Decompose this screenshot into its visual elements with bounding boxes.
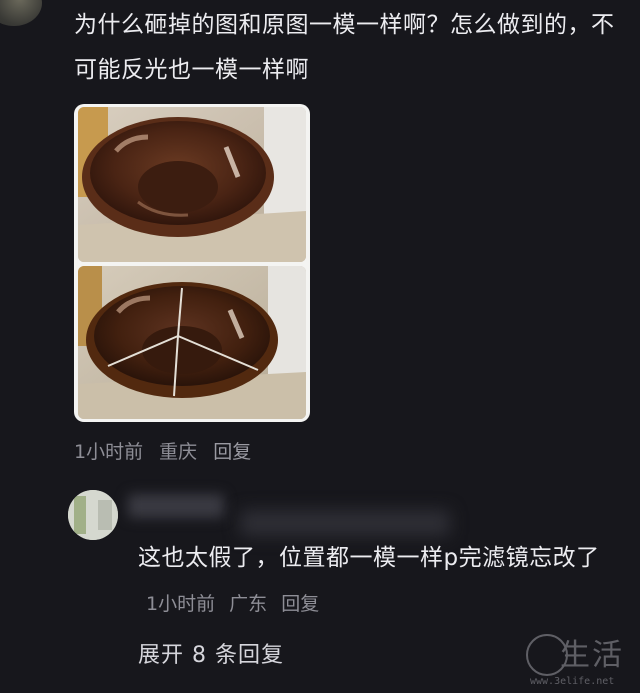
expand-replies-button[interactable]: 展开 8 条回复 [138, 637, 284, 669]
watermark-url: www.3elife.net [530, 676, 615, 687]
avatar[interactable] [0, 0, 42, 26]
comment-location: 重庆 [159, 441, 198, 463]
comment-thread: 为什么砸掉的图和原图一模一样啊？怎么做到的，不可能反光也一模一样啊 1小时前 重… [0, 0, 640, 693]
reply-meta: 1小时前 广东 回复 [146, 593, 327, 615]
reply-location: 广东 [229, 593, 268, 615]
watermark: 生活 www.3elife.net [522, 630, 634, 690]
bowl-intact-image [78, 107, 306, 262]
reply-body: 这也太假了，位置都一模一样p完滤镜忘改了 1小时前 广东 回复 [138, 536, 608, 627]
comment-meta: 1小时前 重庆 回复 [74, 437, 261, 464]
reply-avatar[interactable] [68, 490, 118, 540]
reply-username-blurred [128, 494, 224, 518]
bowl-broken-image [78, 266, 306, 419]
reply-button[interactable]: 回复 [213, 441, 251, 463]
reply-blurred-area [240, 510, 450, 536]
reply-time: 1小时前 [146, 593, 216, 615]
reply-body-text: 这也太假了，位置都一模一样p完滤镜忘改了 [138, 545, 600, 571]
watermark-text: 生活 [560, 638, 624, 673]
comment-time: 1小时前 [74, 441, 144, 463]
comment-image-card[interactable] [74, 104, 310, 422]
reply-reply-button[interactable]: 回复 [281, 593, 319, 615]
comment-body: 为什么砸掉的图和原图一模一样啊？怎么做到的，不可能反光也一模一样啊 [74, 12, 615, 83]
